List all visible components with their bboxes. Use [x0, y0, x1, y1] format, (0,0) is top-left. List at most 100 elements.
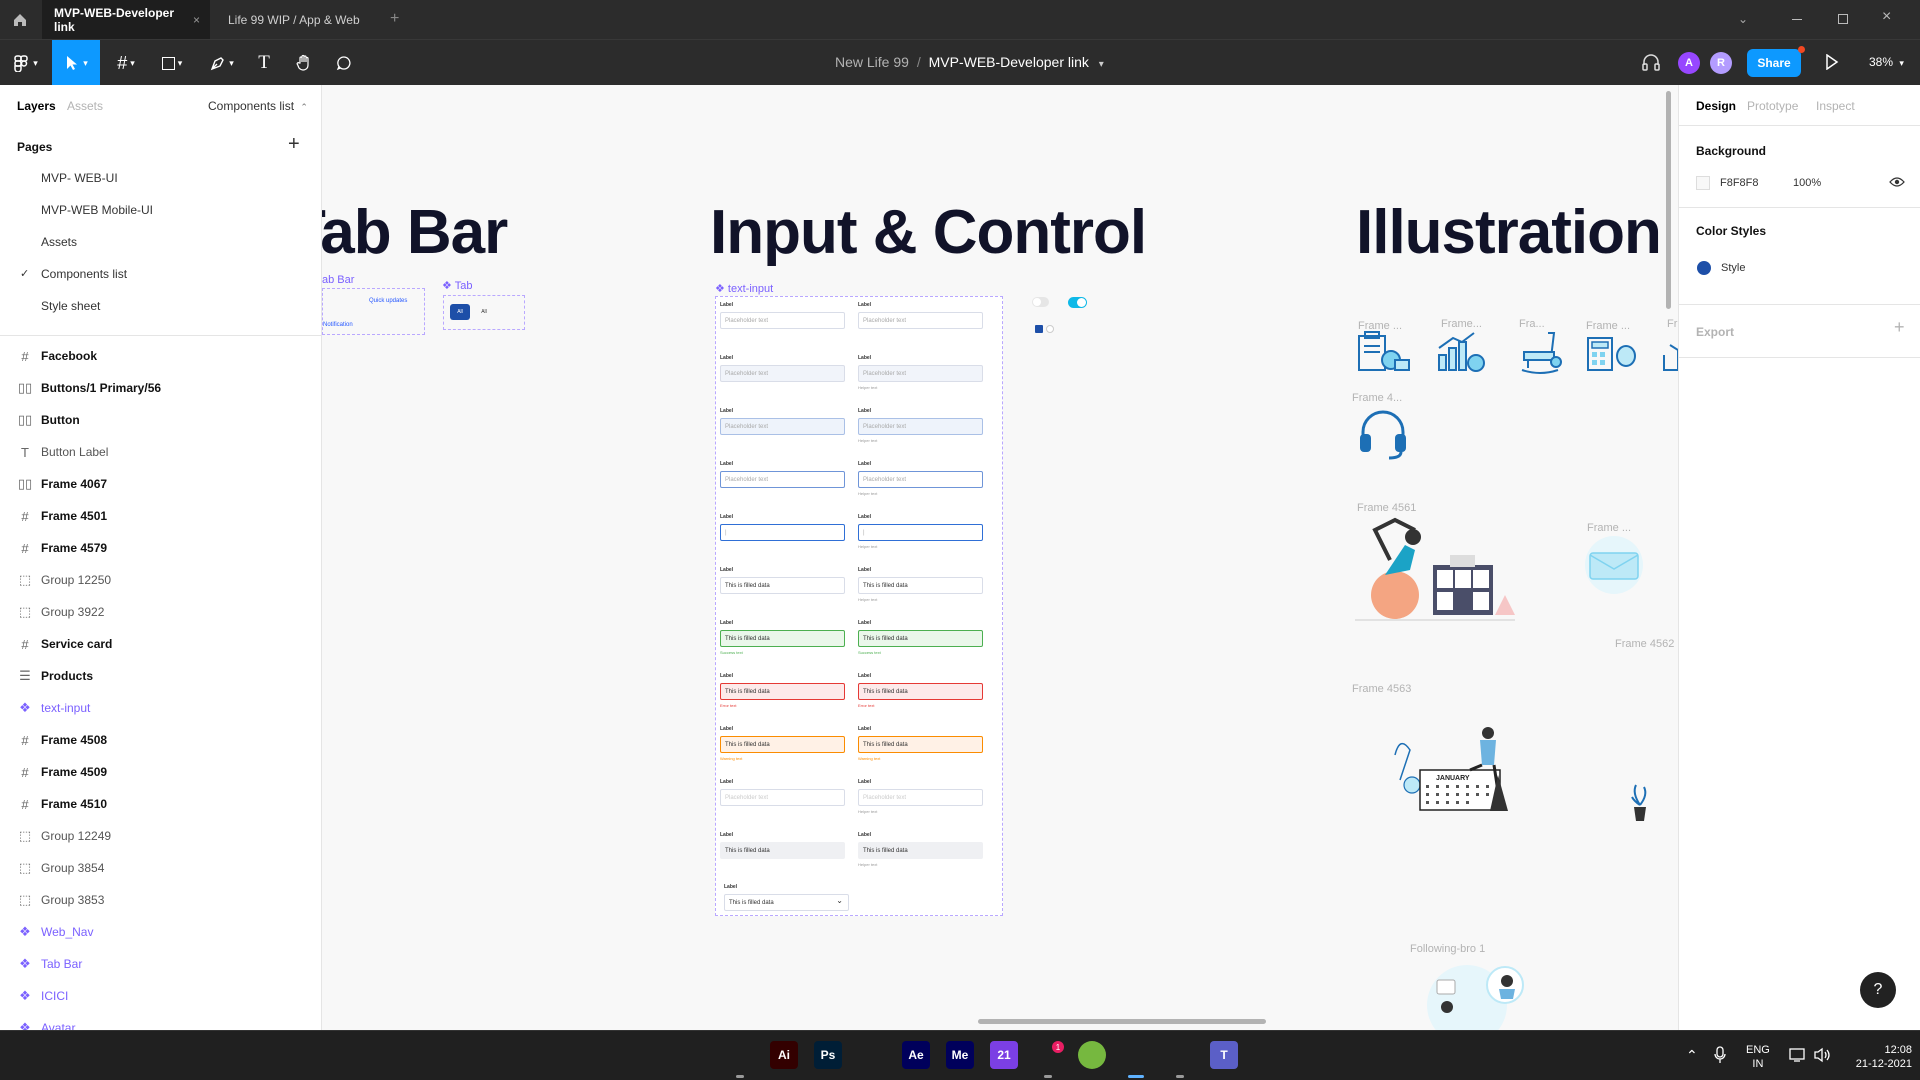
text-input-field[interactable]: Placeholder text	[720, 365, 845, 382]
component-label-tab[interactable]: ❖ Tab	[442, 279, 472, 292]
partial-icon[interactable]	[1662, 340, 1678, 375]
page-item[interactable]: Assets	[41, 235, 77, 249]
layer-item[interactable]: ▯▯ Button	[0, 404, 321, 436]
layer-item[interactable]: ❖ Tab Bar	[0, 948, 321, 980]
text-input-field[interactable]: Placeholder text	[858, 312, 983, 329]
following-illustration[interactable]	[1427, 965, 1547, 1030]
layer-item[interactable]: ⬚ Group 12249	[0, 820, 321, 852]
brave-icon[interactable]	[858, 1041, 886, 1069]
frame-label[interactable]: Following-bro 1	[1410, 943, 1485, 955]
layer-item[interactable]: ⬚ Group 3922	[0, 596, 321, 628]
utorrent-icon[interactable]	[1078, 1041, 1106, 1069]
text-input-field[interactable]: This is filled data	[858, 630, 983, 647]
layer-item[interactable]: # Service card	[0, 628, 321, 660]
add-export-button[interactable]: +	[1894, 317, 1905, 338]
text-input-field[interactable]: Placeholder text	[858, 365, 983, 382]
share-button[interactable]: Share	[1747, 49, 1801, 77]
frame-label[interactable]: Frame 4...	[1352, 392, 1402, 404]
file-tab-active[interactable]: MVP-WEB-Developer link ×	[42, 0, 210, 39]
exercise-illustration[interactable]	[1355, 515, 1515, 630]
clock[interactable]: 12:08 21-12-2021	[1842, 1043, 1912, 1071]
volume-icon[interactable]	[1813, 1047, 1831, 1068]
frame-label[interactable]: Frame 4561	[1357, 502, 1416, 514]
layer-item[interactable]: T Button Label	[0, 436, 321, 468]
close-window-icon[interactable]: ×	[1882, 8, 1891, 26]
layer-item[interactable]: ▯▯ Buttons/1 Primary/56	[0, 372, 321, 404]
restore-icon[interactable]	[1838, 14, 1848, 24]
main-menu-button[interactable]: ▾	[0, 40, 50, 86]
select-dropdown[interactable]: This is filled data ⌄	[724, 894, 849, 911]
audio-headphones-icon[interactable]	[1641, 53, 1661, 76]
language-indicator[interactable]: ENG IN	[1746, 1043, 1770, 1071]
text-input-field[interactable]: Placeholder text	[720, 418, 845, 435]
after-effects-icon[interactable]: Ae	[902, 1041, 930, 1069]
layer-item[interactable]: ☰ Products	[0, 660, 321, 692]
tab-all-selected[interactable]: All	[450, 304, 470, 320]
tab-component[interactable]: All All	[443, 295, 525, 330]
avatar[interactable]: A	[1678, 52, 1700, 74]
text-input-field[interactable]: This is filled data	[858, 577, 983, 594]
layer-item[interactable]: ⬚ Group 12250	[0, 564, 321, 596]
tab-layers[interactable]: Layers	[17, 99, 56, 113]
envelope-illustration[interactable]	[1584, 535, 1644, 595]
component-label-text-input[interactable]: ❖ text-input	[715, 282, 773, 295]
horizontal-scrollbar[interactable]	[978, 1019, 1266, 1024]
avatar[interactable]: R	[1710, 52, 1732, 74]
tab-all[interactable]: All	[474, 304, 494, 320]
checkbox-checked[interactable]	[1035, 325, 1043, 333]
text-input-field[interactable]: This is filled data	[720, 736, 845, 753]
hand-tool-button[interactable]	[290, 40, 318, 86]
background-opacity-value[interactable]: 100%	[1793, 177, 1821, 189]
layer-item[interactable]: ❖ text-input	[0, 692, 321, 724]
file-explorer-icon[interactable]	[726, 1041, 754, 1069]
calendar-illustration[interactable]: JANUARY	[1390, 725, 1515, 815]
present-button[interactable]	[1825, 53, 1839, 75]
tab-bar-component[interactable]: Quick updates Notification	[322, 288, 425, 335]
text-input-field[interactable]: Placeholder text	[858, 789, 983, 806]
media-encoder-icon[interactable]: Me	[946, 1041, 974, 1069]
network-icon[interactable]	[1789, 1047, 1807, 1068]
text-tool-button[interactable]: T	[250, 40, 278, 86]
eye-icon[interactable]	[1889, 175, 1905, 193]
text-input-field[interactable]: This is filled data	[720, 630, 845, 647]
text-input-field[interactable]: |	[858, 524, 983, 541]
toggle-off[interactable]	[1032, 297, 1049, 307]
page-item[interactable]: MVP-WEB Mobile-UI	[41, 203, 153, 217]
frame-label[interactable]: Fra...	[1519, 318, 1545, 330]
layer-item[interactable]: # Frame 4501	[0, 500, 321, 532]
layer-item[interactable]: # Frame 4510	[0, 788, 321, 820]
page-selector[interactable]: Components list ⌃	[208, 99, 308, 113]
text-input-field[interactable]: Placeholder text	[858, 418, 983, 435]
minimize-icon[interactable]	[1792, 19, 1802, 20]
layer-item[interactable]: ❖ ICICI	[0, 980, 321, 1012]
text-input-field[interactable]: |	[720, 524, 845, 541]
tab-design[interactable]: Design	[1696, 99, 1736, 113]
app-21-icon[interactable]: 21	[990, 1041, 1018, 1069]
file-tab[interactable]: Life 99 WIP / App & Web	[216, 0, 384, 39]
growth-chart-icon[interactable]	[1436, 330, 1488, 375]
tab-assets[interactable]: Assets	[67, 99, 103, 113]
text-input-field[interactable]: This is filled data	[720, 577, 845, 594]
photoshop-icon[interactable]: Ps	[814, 1041, 842, 1069]
tab-inspect[interactable]: Inspect	[1816, 99, 1855, 113]
text-input-field[interactable]: This is filled data	[858, 683, 983, 700]
figma-icon[interactable]	[1122, 1041, 1150, 1069]
frame-label[interactable]: Frame 4562	[1615, 638, 1674, 650]
layer-item[interactable]: ⬚ Group 3853	[0, 884, 321, 916]
page-item-active[interactable]: Components list	[41, 267, 127, 281]
style-label[interactable]: Style	[1721, 262, 1745, 274]
frame-label[interactable]: Fr	[1667, 318, 1677, 330]
background-swatch[interactable]	[1696, 176, 1710, 190]
text-input-field[interactable]: Placeholder text	[720, 789, 845, 806]
plant-illustration[interactable]	[1630, 783, 1650, 823]
layer-item[interactable]: # Frame 4508	[0, 724, 321, 756]
add-page-button[interactable]: +	[288, 133, 300, 156]
illustrator-icon[interactable]: Ai	[770, 1041, 798, 1069]
text-input-field[interactable]: Placeholder text	[858, 471, 983, 488]
background-color-value[interactable]: F8F8F8	[1720, 177, 1759, 189]
move-tool-button[interactable]: ▾	[52, 40, 100, 86]
vertical-scrollbar[interactable]	[1666, 91, 1671, 309]
text-input-field[interactable]: Placeholder text	[720, 471, 845, 488]
pen-tool-button[interactable]: ▾	[202, 40, 242, 86]
text-input-field[interactable]: Placeholder text	[720, 312, 845, 329]
